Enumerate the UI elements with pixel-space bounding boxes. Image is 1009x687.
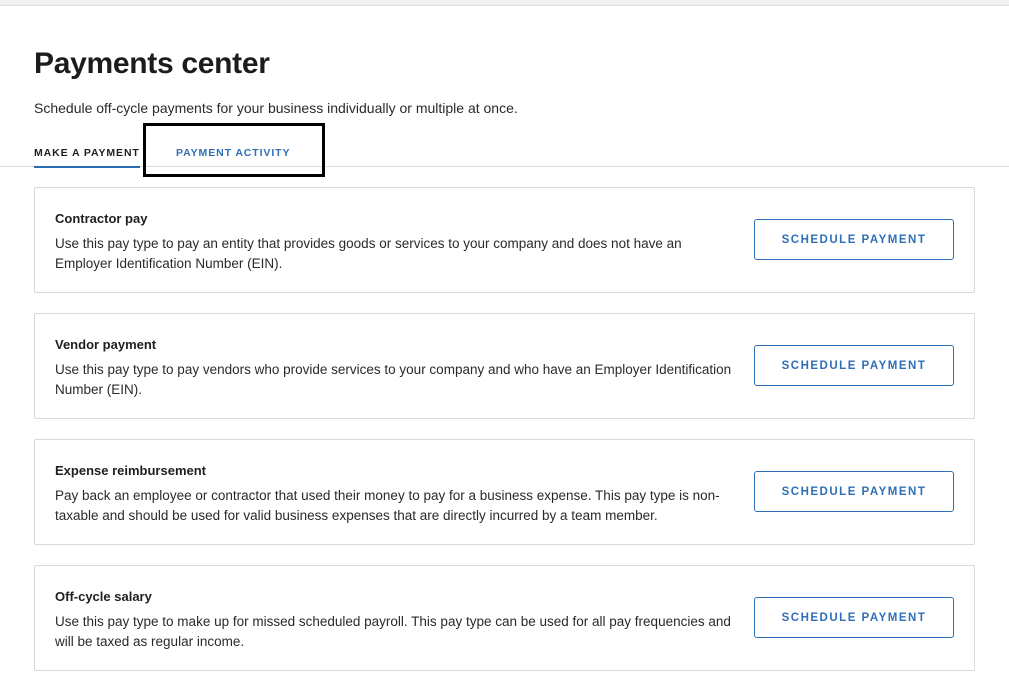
schedule-payment-button[interactable]: SCHEDULE PAYMENT	[754, 219, 954, 260]
card-title: Vendor payment	[55, 337, 157, 352]
tab-bar: MAKE A PAYMENT PAYMENT ACTIVITY	[0, 140, 1009, 168]
card-title: Off-cycle salary	[55, 589, 152, 604]
schedule-payment-button[interactable]: SCHEDULE PAYMENT	[754, 471, 954, 512]
tab-make-a-payment[interactable]: MAKE A PAYMENT	[34, 147, 140, 168]
payment-card-expense: Expense reimbursement Pay back an employ…	[34, 439, 975, 545]
page-title: Payments center	[34, 47, 270, 80]
card-description: Pay back an employee or contractor that …	[55, 488, 720, 523]
card-description: Use this pay type to pay vendors who pro…	[55, 362, 732, 397]
schedule-payment-button[interactable]: SCHEDULE PAYMENT	[754, 597, 954, 638]
payment-card-vendor: Vendor payment Use this pay type to pay …	[34, 313, 975, 419]
payment-card-contractor: Contractor pay Use this pay type to pay …	[34, 187, 975, 293]
page-subtitle: Schedule off-cycle payments for your bus…	[34, 100, 518, 116]
payment-card-off-cycle: Off-cycle salary Use this pay type to ma…	[34, 565, 975, 671]
card-title: Contractor pay	[55, 211, 148, 226]
card-title: Expense reimbursement	[55, 463, 207, 478]
tab-payment-activity[interactable]: PAYMENT ACTIVITY	[176, 147, 290, 159]
schedule-payment-button[interactable]: SCHEDULE PAYMENT	[754, 345, 954, 386]
card-description: Use this pay type to make up for missed …	[55, 614, 731, 649]
top-strip	[0, 0, 1009, 6]
card-description: Use this pay type to pay an entity that …	[55, 236, 682, 271]
